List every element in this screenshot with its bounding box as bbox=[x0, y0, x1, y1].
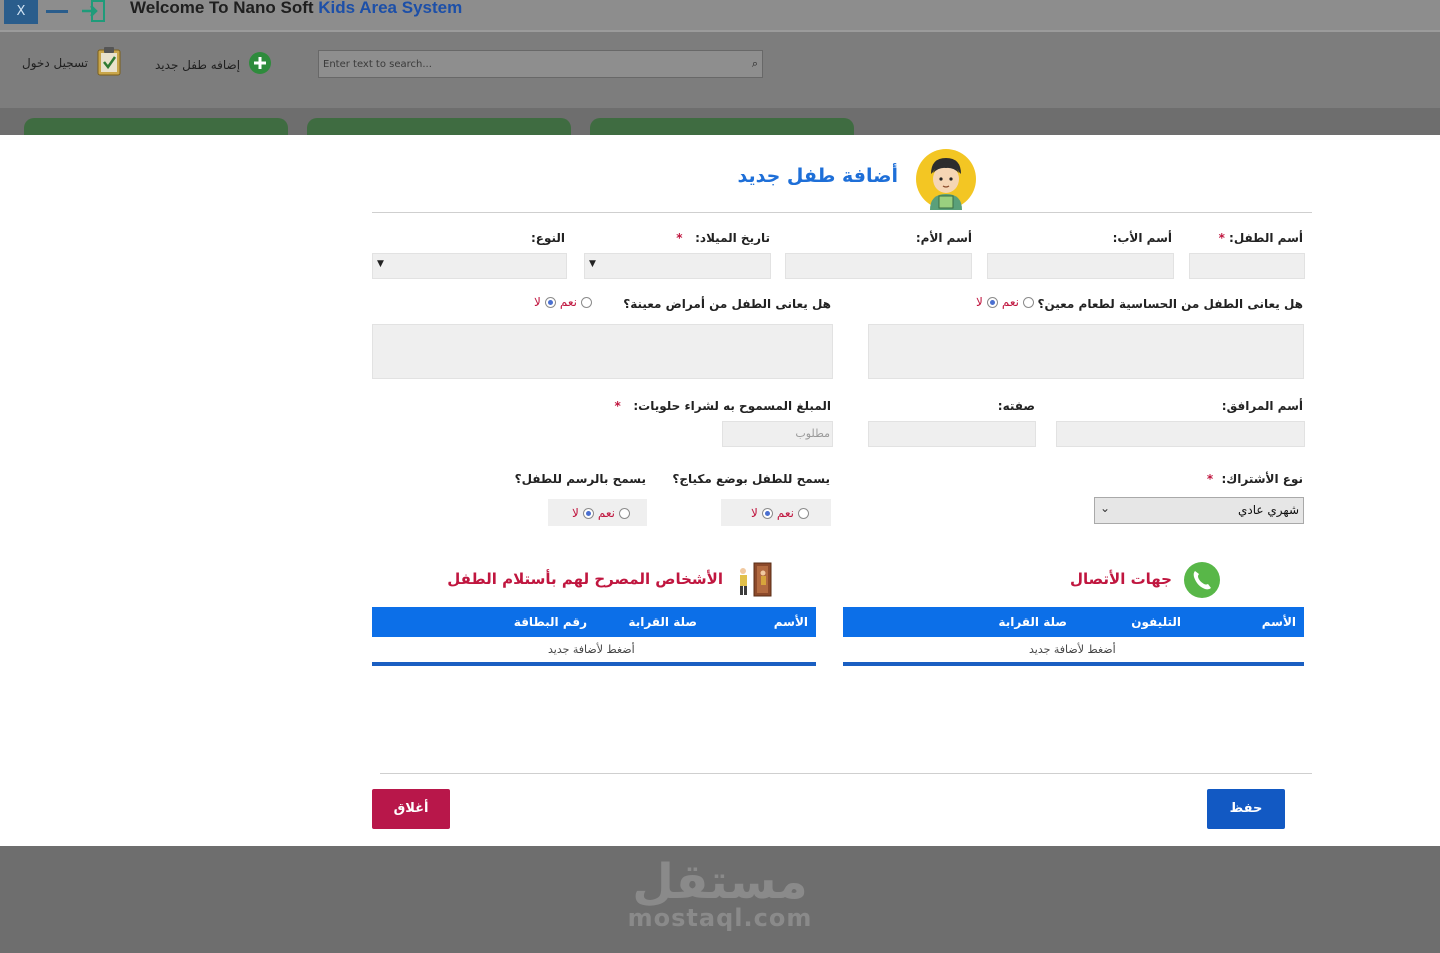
login-label: تسجيل دخول bbox=[22, 55, 88, 70]
no-label: لا bbox=[976, 295, 983, 309]
search-icon[interactable]: ⌕ bbox=[752, 57, 758, 71]
authorized-grid-body[interactable]: أضغط لأضافة جديد bbox=[372, 637, 816, 665]
mother-name-label: أسم الأم: bbox=[915, 231, 972, 245]
drawing-no-radio[interactable] bbox=[582, 507, 594, 519]
exit-icon[interactable] bbox=[80, 0, 106, 22]
no-label: لا bbox=[751, 506, 758, 520]
subscription-type-select[interactable]: شهري عادي ⌄ bbox=[1094, 497, 1304, 524]
contacts-grid-footer bbox=[843, 662, 1304, 666]
father-name-label: أسم الأب: bbox=[1112, 231, 1172, 245]
sweets-amount-field[interactable]: مطلوب bbox=[722, 421, 833, 447]
yes-label: نعم bbox=[776, 506, 794, 520]
diseases-no-radio[interactable] bbox=[544, 296, 556, 308]
authorized-grid-footer bbox=[372, 662, 816, 666]
sweets-placeholder: مطلوب bbox=[795, 427, 830, 440]
app-title: Welcome To Nano Soft Kids Area System bbox=[130, 0, 462, 18]
no-label: لا bbox=[534, 295, 541, 309]
drawing-radio-group: نعم لا bbox=[548, 499, 647, 526]
father-name-field[interactable] bbox=[987, 253, 1174, 279]
authorized-col-relation: صلة القرابة bbox=[628, 615, 697, 629]
authorized-col-id-number: رقم البطاقة bbox=[513, 615, 587, 629]
watermark: مستقل mostaql.com bbox=[0, 846, 1440, 953]
makeup-radio-set: نعم لا bbox=[751, 506, 809, 520]
child-name-field[interactable] bbox=[1189, 253, 1305, 279]
drawing-question: يسمح بالرسم للطفل؟ bbox=[514, 472, 646, 486]
food-allergy-question: هل يعانى الطفل من الحساسية لطعام معين؟ bbox=[1037, 297, 1303, 311]
watermark-latin: mostaql.com bbox=[627, 904, 813, 932]
app-title-highlight: Kids Area System bbox=[318, 0, 463, 17]
app-title-text: Welcome To Nano Soft bbox=[130, 0, 319, 17]
phone-icon bbox=[1183, 561, 1221, 603]
food-allergy-radio-group: نعم لا bbox=[976, 295, 1034, 309]
search-input[interactable]: Enter text to search... ⌕ bbox=[318, 50, 763, 78]
makeup-no-radio[interactable] bbox=[761, 507, 773, 519]
makeup-radio-group: نعم لا bbox=[721, 499, 831, 526]
footer-divider bbox=[380, 773, 1312, 774]
sweets-amount-label: المبلغ المسموح به لشراء حلويات: * bbox=[614, 399, 831, 413]
child-avatar-icon bbox=[915, 148, 977, 214]
clipboard-check-icon bbox=[96, 46, 122, 79]
companion-name-label: أسم المرافق: bbox=[1221, 399, 1303, 413]
add-child-label: إضافه طفل جديد bbox=[155, 57, 241, 72]
gender-label: النوع: bbox=[530, 231, 565, 245]
dropdown-arrow-icon: ▼ bbox=[589, 259, 596, 269]
contacts-grid-body[interactable]: أضغط لأضافة جديد bbox=[843, 637, 1304, 665]
contacts-title: جهات الأتصال bbox=[1069, 570, 1172, 588]
door-person-icon bbox=[734, 561, 774, 603]
authorized-col-name: الأسم bbox=[773, 615, 808, 629]
authorized-persons-title: الأشخاص المصرح لهم بأستلام الطفل bbox=[447, 570, 723, 588]
dialog-title: أضافة طفل جديد bbox=[737, 165, 898, 187]
window-close-button[interactable]: X bbox=[4, 0, 38, 24]
diseases-radio-group: نعم لا bbox=[534, 295, 592, 309]
authorized-add-hint[interactable]: أضغط لأضافة جديد bbox=[548, 643, 635, 656]
relation-label: صفته: bbox=[997, 399, 1035, 413]
yes-label: نعم bbox=[597, 506, 615, 520]
food-allergy-details[interactable] bbox=[868, 324, 1304, 379]
mother-name-field[interactable] bbox=[785, 253, 972, 279]
food-allergy-yes-radio[interactable] bbox=[1022, 296, 1034, 308]
gender-select[interactable]: ▼ bbox=[372, 253, 567, 279]
child-card[interactable] bbox=[307, 118, 571, 136]
add-child-toolbar-button[interactable]: إضافه طفل جديد bbox=[155, 51, 272, 78]
food-allergy-no-radio[interactable] bbox=[986, 296, 998, 308]
subscription-type-label: نوع الأشتراك: * bbox=[1206, 472, 1303, 486]
subscription-selected-value: شهري عادي bbox=[1238, 503, 1299, 517]
companion-name-field[interactable] bbox=[1056, 421, 1305, 447]
drawing-yes-radio[interactable] bbox=[618, 507, 630, 519]
add-child-dialog: أضافة طفل جديد أسم الطفل: * أسم الأب: أس… bbox=[0, 135, 1440, 846]
watermark-arabic: مستقل bbox=[632, 854, 808, 910]
diseases-yes-radio[interactable] bbox=[580, 296, 592, 308]
contacts-col-name: الأسم bbox=[1261, 615, 1296, 629]
no-label: لا bbox=[572, 506, 579, 520]
child-card[interactable] bbox=[24, 118, 288, 136]
diseases-question: هل يعانى الطفل من أمراض معينة؟ bbox=[623, 297, 831, 311]
contacts-grid-header: الأسم التليفون صلة القرابة bbox=[843, 607, 1304, 637]
search-placeholder: Enter text to search... bbox=[323, 59, 432, 70]
save-button[interactable]: حفظ bbox=[1207, 789, 1285, 829]
contacts-col-phone: التليفون bbox=[1131, 615, 1181, 629]
login-button[interactable]: تسجيل دخول bbox=[22, 46, 122, 79]
birth-date-label: تاريخ الميلاد: * bbox=[676, 231, 770, 245]
child-name-label: أسم الطفل: * bbox=[1218, 231, 1303, 245]
contacts-col-relation: صلة القرابة bbox=[998, 615, 1067, 629]
relation-field[interactable] bbox=[868, 421, 1036, 447]
chevron-down-icon: ⌄ bbox=[1100, 501, 1111, 515]
drawing-radio-set: نعم لا bbox=[572, 506, 630, 520]
makeup-question: يسمح للطفل بوضع مكياج؟ bbox=[672, 472, 830, 486]
makeup-yes-radio[interactable] bbox=[797, 507, 809, 519]
header-divider bbox=[372, 212, 1312, 213]
plus-circle-icon bbox=[248, 51, 272, 78]
yes-label: نعم bbox=[559, 295, 577, 309]
authorized-grid-header: الأسم صلة القرابة رقم البطاقة bbox=[372, 607, 816, 637]
close-dialog-button[interactable]: أغلاق bbox=[372, 789, 450, 829]
window-minimize-button[interactable] bbox=[46, 10, 68, 13]
contacts-add-hint[interactable]: أضغط لأضافة جديد bbox=[1029, 643, 1116, 656]
yes-label: نعم bbox=[1001, 295, 1019, 309]
diseases-details[interactable] bbox=[372, 324, 833, 379]
child-card[interactable] bbox=[590, 118, 854, 136]
dropdown-arrow-icon: ▼ bbox=[377, 259, 384, 269]
birth-date-select[interactable]: ▼ bbox=[584, 253, 771, 279]
